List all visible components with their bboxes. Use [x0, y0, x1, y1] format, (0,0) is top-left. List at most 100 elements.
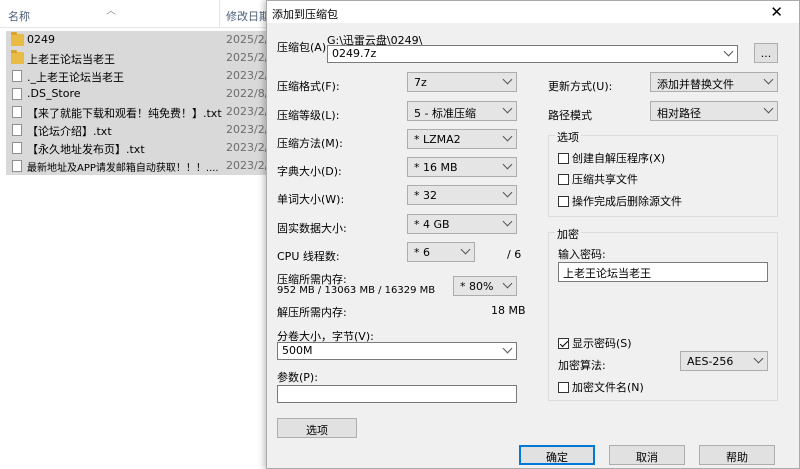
update-mode-select[interactable]: 添加并替换文件	[650, 72, 778, 92]
cancel-button[interactable]: 取消	[609, 445, 685, 465]
file-row[interactable]: 【来了就能下载和观看！纯免费！】.txt 2023/2/	[6, 103, 269, 121]
chevron-down-icon	[502, 278, 513, 289]
path-mode-label: 路径模式	[548, 109, 592, 122]
sort-up-icon: ︿	[106, 6, 116, 17]
encrypt-names-label: 加密文件名(N)	[572, 381, 644, 394]
cpu-threads-label: CPU 线程数:	[277, 250, 340, 263]
file-date: 2023/2/	[226, 123, 269, 136]
chevron-down-icon	[502, 131, 513, 142]
parameters-label: 参数(P):	[277, 371, 318, 384]
options-group-title: 选项	[555, 129, 581, 145]
file-row[interactable]: 【永久地址发布页】.txt 2023/2/	[6, 139, 269, 157]
file-row[interactable]: ._上老王论坛当老王 2023/2/	[6, 67, 269, 85]
archive-name-value: 0249.7z	[332, 47, 377, 60]
create-sfx-checkbox[interactable]: 创建自解压程序(X)	[558, 150, 665, 166]
file-name: 【永久地址发布页】.txt	[27, 143, 145, 156]
file-date: 2023/2/	[226, 69, 269, 82]
chevron-down-icon[interactable]	[723, 46, 734, 57]
file-name: 最新地址及APP请发邮箱自动获取！！！....	[27, 163, 219, 174]
delete-after-label: 操作完成后删除源文件	[572, 195, 682, 208]
compress-shared-checkbox[interactable]: 压缩共享文件	[558, 171, 638, 187]
compress-shared-label: 压缩共享文件	[572, 173, 638, 186]
file-date: 2023/2/	[226, 159, 269, 172]
text-file-icon	[12, 106, 22, 118]
dictionary-label: 字典大小(D):	[277, 165, 342, 178]
file-date: 2023/2/	[226, 141, 269, 154]
help-button[interactable]: 帮助	[699, 445, 775, 465]
checkbox-box[interactable]	[558, 196, 569, 207]
file-row[interactable]: 【论坛介绍】.txt 2023/2/	[6, 121, 269, 139]
browse-button[interactable]: ...	[754, 43, 778, 63]
file-icon	[12, 70, 22, 82]
chevron-down-icon[interactable]	[502, 343, 513, 354]
parameters-input[interactable]	[277, 385, 517, 403]
checkbox-box-checked[interactable]	[558, 338, 569, 349]
level-select[interactable]: 5 - 标准压缩	[407, 101, 517, 121]
solid-block-label: 固实数据大小:	[277, 222, 347, 235]
file-date: 2023/2/	[226, 105, 269, 118]
password-input[interactable]: 上老王论坛当老王	[558, 262, 768, 282]
chevron-down-icon	[502, 187, 513, 198]
options-button[interactable]: 选项	[277, 418, 357, 438]
split-volume-combo[interactable]: 500M	[277, 342, 517, 360]
file-row[interactable]: 0249 2025/2/	[6, 31, 269, 49]
file-row[interactable]: 最新地址及APP请发邮箱自动获取！！！.... 2023/2/	[6, 157, 269, 175]
checkbox-box[interactable]	[558, 174, 569, 185]
options-group: 选项 创建自解压程序(X) 压缩共享文件 操作完成后删除源文件	[548, 129, 778, 217]
path-mode-select[interactable]: 相对路径	[650, 101, 778, 121]
cpu-threads-total: / 6	[507, 248, 522, 261]
method-value: * LZMA2	[414, 133, 461, 146]
show-password-checkbox[interactable]: 显示密码(S)	[558, 335, 632, 351]
folder-icon	[11, 32, 24, 46]
file-date: 2022/8/	[226, 87, 269, 100]
file-name: .DS_Store	[27, 87, 81, 100]
file-name: 0249	[27, 33, 55, 46]
dictionary-value: * 16 MB	[414, 161, 458, 174]
encrypt-names-checkbox[interactable]: 加密文件名(N)	[558, 379, 644, 395]
archive-name-combo[interactable]: 0249.7z	[327, 45, 738, 63]
text-file-icon	[12, 124, 22, 136]
password-label: 输入密码:	[558, 248, 606, 261]
cpu-threads-select[interactable]: * 6	[407, 242, 475, 262]
dialog-titlebar[interactable]: 添加到压缩包 ✕	[267, 1, 799, 23]
word-size-select[interactable]: * 32	[407, 185, 517, 205]
ok-button[interactable]: 确定	[519, 445, 595, 465]
format-value: 7z	[414, 76, 427, 89]
word-size-label: 单词大小(W):	[277, 193, 345, 206]
file-name: 上老王论坛当老王	[27, 53, 115, 66]
dictionary-select[interactable]: * 16 MB	[407, 157, 517, 177]
memory-compress-value: 952 MB / 13063 MB / 16329 MB	[277, 285, 436, 296]
encryption-method-select[interactable]: AES-256	[680, 351, 768, 371]
dialog-title: 添加到压缩包	[272, 8, 338, 21]
memory-percent-select[interactable]: * 80%	[453, 276, 517, 296]
column-name-header[interactable]: 名称	[8, 8, 30, 24]
file-name: 【论坛介绍】.txt	[27, 125, 112, 138]
delete-after-checkbox[interactable]: 操作完成后删除源文件	[558, 193, 682, 209]
column-separator[interactable]	[219, 0, 220, 28]
chevron-down-icon	[763, 74, 774, 85]
method-select[interactable]: * LZMA2	[407, 129, 517, 149]
chevron-down-icon	[502, 216, 513, 227]
format-select[interactable]: 7z	[407, 72, 517, 92]
chevron-down-icon	[763, 103, 774, 114]
file-date: 2025/2/	[226, 33, 269, 46]
method-label: 压缩方法(M):	[277, 137, 343, 150]
update-mode-label: 更新方式(U):	[548, 80, 613, 93]
encryption-method-value: AES-256	[687, 355, 734, 368]
checkbox-box[interactable]	[558, 382, 569, 393]
memory-decompress-label: 解压所需内存:	[277, 306, 347, 319]
file-icon	[12, 88, 22, 100]
file-date: 2025/2/	[226, 51, 269, 64]
solid-block-select[interactable]: * 4 GB	[407, 214, 517, 234]
encryption-method-label: 加密算法:	[558, 359, 606, 372]
column-date-header[interactable]: 修改日期	[226, 8, 270, 24]
close-icon[interactable]: ✕	[770, 3, 783, 21]
cpu-threads-value: * 6	[414, 246, 430, 259]
text-file-icon	[12, 160, 22, 172]
checkbox-box[interactable]	[558, 153, 569, 164]
file-row[interactable]: .DS_Store 2022/8/	[6, 85, 269, 103]
file-name: ._上老王论坛当老王	[27, 71, 124, 84]
level-value: 5 - 标准压缩	[414, 107, 476, 120]
file-row[interactable]: 上老王论坛当老王 2025/2/	[6, 49, 269, 67]
memory-decompress-value: 18 MB	[491, 304, 526, 317]
